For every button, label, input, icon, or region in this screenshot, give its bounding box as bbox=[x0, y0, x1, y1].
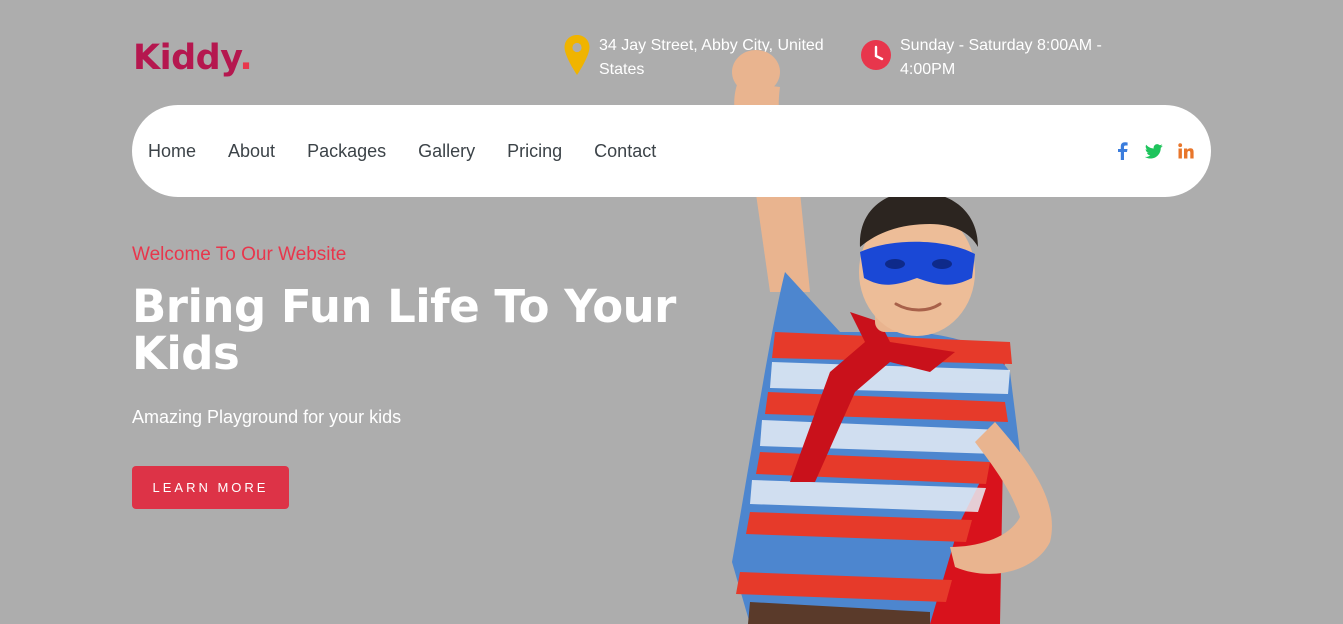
linkedin-icon[interactable] bbox=[1177, 142, 1195, 160]
social-links bbox=[1113, 142, 1195, 160]
map-pin-icon bbox=[564, 35, 590, 75]
nav-about[interactable]: About bbox=[228, 141, 275, 162]
nav-home[interactable]: Home bbox=[148, 141, 196, 162]
learn-more-button[interactable]: LEARN MORE bbox=[132, 466, 289, 509]
nav-contact[interactable]: Contact bbox=[594, 141, 656, 162]
twitter-icon[interactable] bbox=[1145, 142, 1163, 160]
hero-subtitle: Amazing Playground for your kids bbox=[132, 407, 402, 427]
nav-packages[interactable]: Packages bbox=[307, 141, 386, 162]
facebook-icon[interactable] bbox=[1113, 142, 1131, 160]
hero-headline: Bring Fun Life To Your Kids bbox=[132, 280, 676, 380]
brand-logo[interactable]: Kiddy. bbox=[133, 38, 253, 78]
main-navbar: Home About Packages Gallery Pricing Cont… bbox=[132, 105, 1211, 197]
hero-welcome: Welcome To Our Website bbox=[132, 244, 347, 265]
nav-gallery[interactable]: Gallery bbox=[418, 141, 475, 162]
brand-name: Kiddy bbox=[133, 38, 240, 78]
brand-dot: . bbox=[239, 38, 253, 78]
nav-pricing[interactable]: Pricing bbox=[507, 141, 562, 162]
nav-links: Home About Packages Gallery Pricing Cont… bbox=[148, 141, 688, 162]
